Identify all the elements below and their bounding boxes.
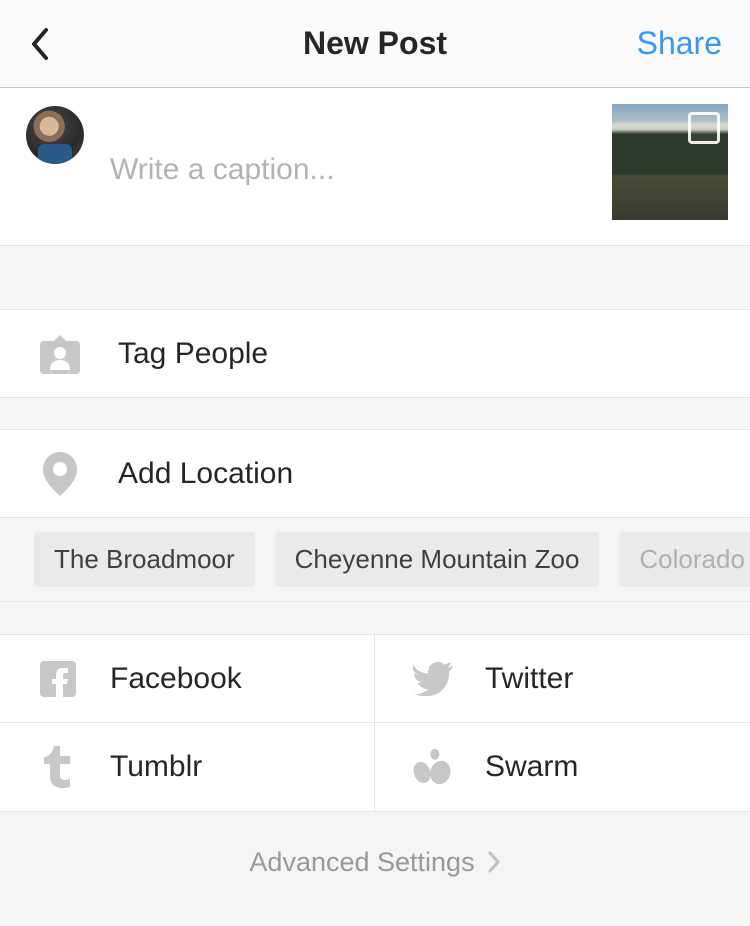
tag-people-label: Tag People <box>118 337 268 371</box>
tumblr-icon <box>38 747 78 787</box>
tag-people-row[interactable]: Tag People <box>0 310 750 398</box>
share-label: Tumblr <box>110 750 202 784</box>
facebook-icon <box>38 659 78 699</box>
share-label: Twitter <box>485 662 573 696</box>
share-label: Facebook <box>110 662 242 696</box>
caption-input[interactable] <box>110 112 612 227</box>
location-chip[interactable]: Cheyenne Mountain Zoo <box>275 532 600 587</box>
share-twitter[interactable]: Twitter <box>375 635 750 723</box>
swarm-icon <box>413 747 453 787</box>
back-button[interactable] <box>28 24 52 64</box>
section-gap <box>0 246 750 310</box>
advanced-settings-label: Advanced Settings <box>249 847 474 878</box>
twitter-icon <box>413 659 453 699</box>
location-chip[interactable]: The Broadmoor <box>34 532 255 587</box>
add-location-row[interactable]: Add Location <box>0 430 750 518</box>
add-location-label: Add Location <box>118 457 293 491</box>
advanced-settings-button[interactable]: Advanced Settings <box>0 812 750 912</box>
tag-people-icon <box>38 332 82 376</box>
location-pin-icon <box>38 452 82 496</box>
header-bar: New Post Share <box>0 0 750 88</box>
avatar <box>26 106 84 164</box>
location-suggestions: The Broadmoor Cheyenne Mountain Zoo Colo… <box>0 518 750 602</box>
section-gap <box>0 602 750 634</box>
chevron-right-icon <box>487 850 501 874</box>
location-chip[interactable]: Colorado <box>619 532 750 587</box>
share-button[interactable]: Share <box>637 25 722 62</box>
caption-section <box>0 88 750 246</box>
section-gap <box>0 398 750 430</box>
share-tumblr[interactable]: Tumblr <box>0 723 375 811</box>
share-label: Swarm <box>485 750 578 784</box>
page-title: New Post <box>303 25 447 62</box>
chevron-left-icon <box>30 27 50 61</box>
post-thumbnail[interactable] <box>612 104 728 220</box>
share-facebook[interactable]: Facebook <box>0 635 375 723</box>
share-swarm[interactable]: Swarm <box>375 723 750 811</box>
share-targets-grid: Facebook Twitter Tumblr Swarm <box>0 634 750 812</box>
